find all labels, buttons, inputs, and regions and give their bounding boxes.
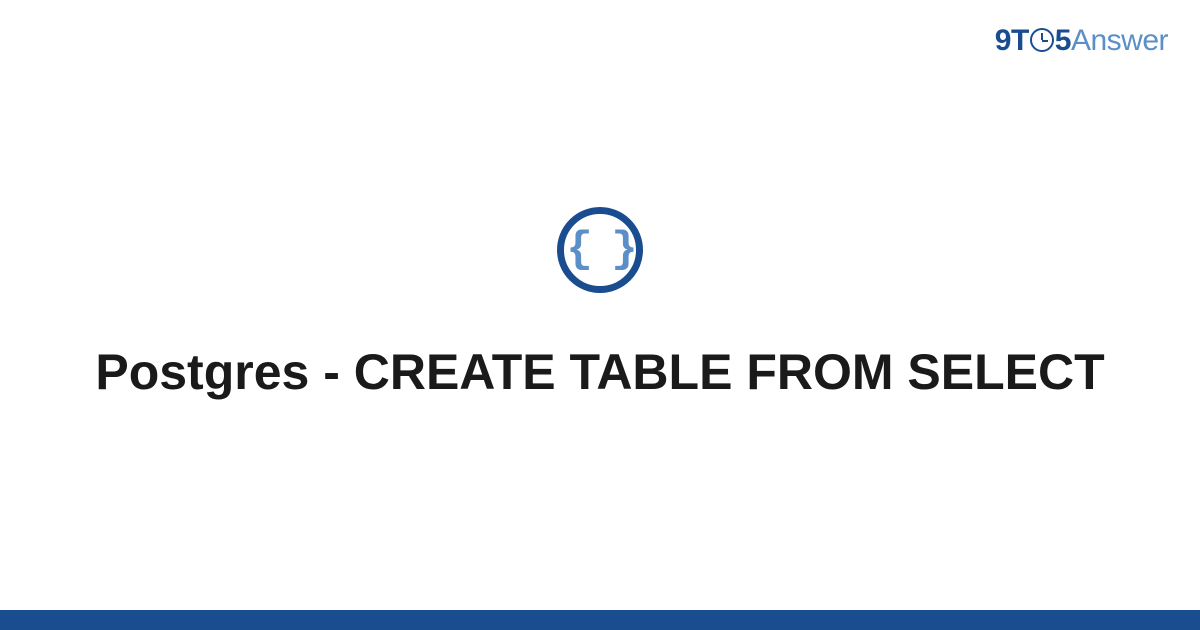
code-braces-icon: { } <box>566 228 633 272</box>
footer-accent-bar <box>0 610 1200 630</box>
topic-icon-circle: { } <box>557 207 643 293</box>
main-content: { } Postgres - CREATE TABLE FROM SELECT <box>0 0 1200 610</box>
page-title: Postgres - CREATE TABLE FROM SELECT <box>95 341 1104 404</box>
